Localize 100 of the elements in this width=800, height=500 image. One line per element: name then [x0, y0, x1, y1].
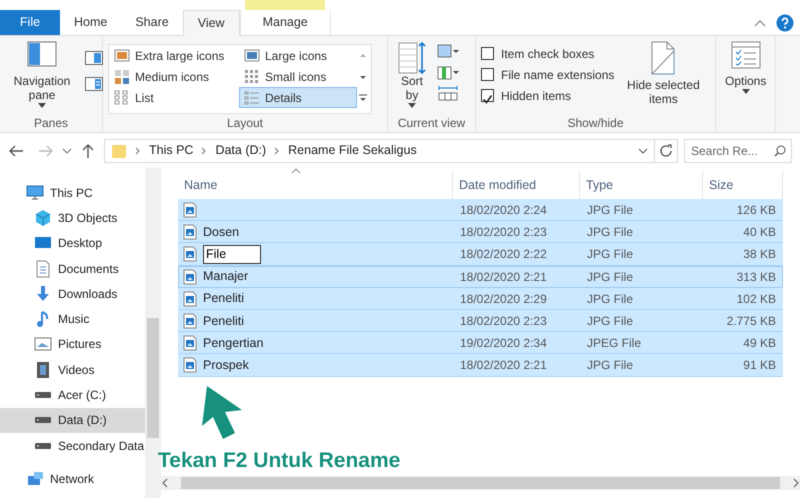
options-button[interactable]: Options	[721, 39, 770, 132]
nav-item[interactable]: Documents	[0, 256, 145, 282]
dropdown-caret-icon	[742, 88, 750, 94]
chevron-icon	[201, 146, 208, 154]
type-cell-text: JPG File	[586, 224, 634, 242]
collapse-ribbon-icon[interactable]	[754, 18, 766, 26]
date-cell-text: 18/02/2020 2:23	[459, 313, 548, 330]
address-bar[interactable]: This PC Data (D:) Rename File Sekaligus	[104, 138, 655, 162]
layout-option[interactable]: Details	[239, 87, 357, 108]
sort-by-button[interactable]: Sort by	[393, 39, 431, 114]
navigation-pane-button[interactable]: Navigation pane	[5, 39, 79, 114]
ribbon-tab[interactable]: Home	[60, 10, 122, 35]
file-row[interactable]: Pengertian 19/02/2020 2:34 JPEG File 49 KB	[178, 332, 783, 354]
nav-item[interactable]: 3D Objects	[0, 205, 145, 231]
add-columns-icon[interactable]	[437, 64, 459, 80]
page-icon	[651, 41, 676, 75]
ribbon-tab[interactable]: Manage	[240, 10, 331, 35]
refresh-icon[interactable]	[659, 144, 673, 158]
layout-option[interactable]: List	[109, 87, 239, 108]
image-file-icon	[183, 202, 197, 218]
file-name: Pengertian	[203, 334, 264, 352]
breadcrumb-link[interactable]: This PC	[149, 141, 194, 160]
date-cell-text: 18/02/2020 2:29	[459, 290, 548, 308]
checkmark-icon	[482, 94, 493, 106]
layout-option[interactable]: Large icons	[239, 45, 357, 66]
nav-item[interactable]: This PC	[0, 180, 145, 206]
file-name: Dosen	[203, 224, 240, 241]
breadcrumb-link[interactable]: Data (D:)	[215, 141, 266, 160]
ribbon-tab[interactable]: View	[182, 10, 240, 36]
nav-item[interactable]: Videos	[0, 357, 145, 382]
folder-icon	[111, 142, 127, 158]
layout-option[interactable]: Extra large icons	[109, 45, 239, 66]
pane-layout-icon	[27, 41, 57, 67]
file-row[interactable]: Peneliti 18/02/2020 2:29 JPG File 102 KB	[178, 288, 783, 310]
image-file-icon	[183, 290, 197, 307]
horizontal-scrollbar[interactable]	[161, 476, 800, 490]
nav-item[interactable]: Desktop	[0, 230, 145, 256]
image-file-icon	[183, 268, 197, 285]
ribbon-tab[interactable]: Share	[121, 10, 183, 35]
file-row[interactable]: 18/02/2020 2:24 JPG File 126 KB	[178, 199, 783, 222]
down-arrow-icon	[34, 284, 52, 303]
scroll-right-icon[interactable]	[792, 478, 800, 488]
nav-item[interactable]: Music	[0, 306, 145, 332]
nav-item[interactable]: Pictures	[0, 332, 145, 358]
more-icon[interactable]	[357, 92, 369, 102]
details-pane-icon[interactable]	[85, 77, 103, 91]
type-cell-text: JPEG File	[586, 335, 642, 352]
file-menu-tab[interactable]: File	[0, 10, 60, 35]
nav-item[interactable]: Secondary Data	[0, 432, 145, 458]
size-cell-text: 313 KB	[736, 268, 777, 286]
sort-ascending-icon	[291, 168, 301, 174]
checkbox-option[interactable]: Item check boxes	[481, 43, 614, 64]
type-cell-text: JPG File	[586, 268, 634, 286]
group-label: Show/hide	[566, 115, 625, 132]
date-cell-text: 18/02/2020 2:21	[459, 357, 548, 374]
size-cell-text: 38 KB	[742, 246, 777, 264]
annotation-caption: Tekan F2 Untuk Rename	[158, 448, 400, 474]
size-cell-text: 2.775 KB	[726, 313, 777, 330]
group-by-icon[interactable]	[437, 43, 459, 59]
file-row[interactable]: Dosen 18/02/2020 2:23 JPG File 40 KB	[178, 221, 783, 244]
layout-option[interactable]: Medium icons	[109, 66, 239, 87]
nav-item[interactable]: Downloads	[0, 281, 145, 306]
file-row[interactable]: File 18/02/2020 2:22 JPG File 38 KB	[178, 243, 783, 266]
scroll-thumb[interactable]	[181, 477, 780, 489]
back-icon[interactable]	[8, 142, 24, 158]
checkbox-option[interactable]: File name extensions	[481, 64, 614, 85]
preview-pane-icon[interactable]	[85, 51, 103, 65]
type-cell-text: JPG File	[586, 313, 634, 330]
recent-locations-icon[interactable]	[62, 146, 72, 154]
size-cell-text: 126 KB	[736, 202, 777, 220]
address-dropdown-icon[interactable]	[638, 148, 648, 154]
date-cell-text: 19/02/2020 2:34	[459, 335, 548, 352]
file-row[interactable]: Prospek 18/02/2020 2:21 JPG File 91 KB	[178, 354, 783, 376]
rename-field[interactable]: File	[203, 244, 261, 264]
help-icon[interactable]	[776, 14, 794, 32]
image-file-icon	[183, 357, 197, 374]
hide-selected-items-button[interactable]: Hide selected items	[620, 39, 706, 114]
file-name: Peneliti	[203, 290, 244, 308]
up-icon[interactable]	[80, 142, 96, 158]
size-cell-text: 102 KB	[736, 290, 777, 308]
type-cell-text: JPG File	[586, 357, 634, 374]
size-columns-icon[interactable]	[437, 85, 459, 101]
scroll-thumb[interactable]	[147, 318, 159, 438]
file-name: Manajer	[203, 268, 248, 286]
film-icon	[34, 360, 52, 379]
scroll-left-icon[interactable]	[161, 478, 169, 488]
layout-option[interactable]: Small icons	[239, 66, 357, 87]
nav-item[interactable]: Data (D:)	[0, 408, 145, 433]
breadcrumb-link[interactable]: Rename File Sekaligus	[288, 141, 417, 160]
type-cell-text: JPG File	[586, 202, 634, 220]
file-row[interactable]: Peneliti 18/02/2020 2:23 JPG File 2.775 KB	[178, 310, 783, 332]
checkbox-option[interactable]: Hidden items	[481, 85, 614, 106]
nav-item[interactable]: Network	[0, 466, 145, 492]
search-icon	[774, 144, 786, 156]
type-cell-text: JPG File	[586, 246, 634, 264]
dropdown-caret-icon	[38, 102, 46, 108]
chevron-icon	[135, 146, 141, 154]
nav-item[interactable]: Acer (C:)	[0, 382, 145, 408]
file-row[interactable]: Manajer 18/02/2020 2:21 JPG File 313 KB	[178, 266, 783, 288]
search-field[interactable]: Search Re...	[684, 138, 792, 162]
